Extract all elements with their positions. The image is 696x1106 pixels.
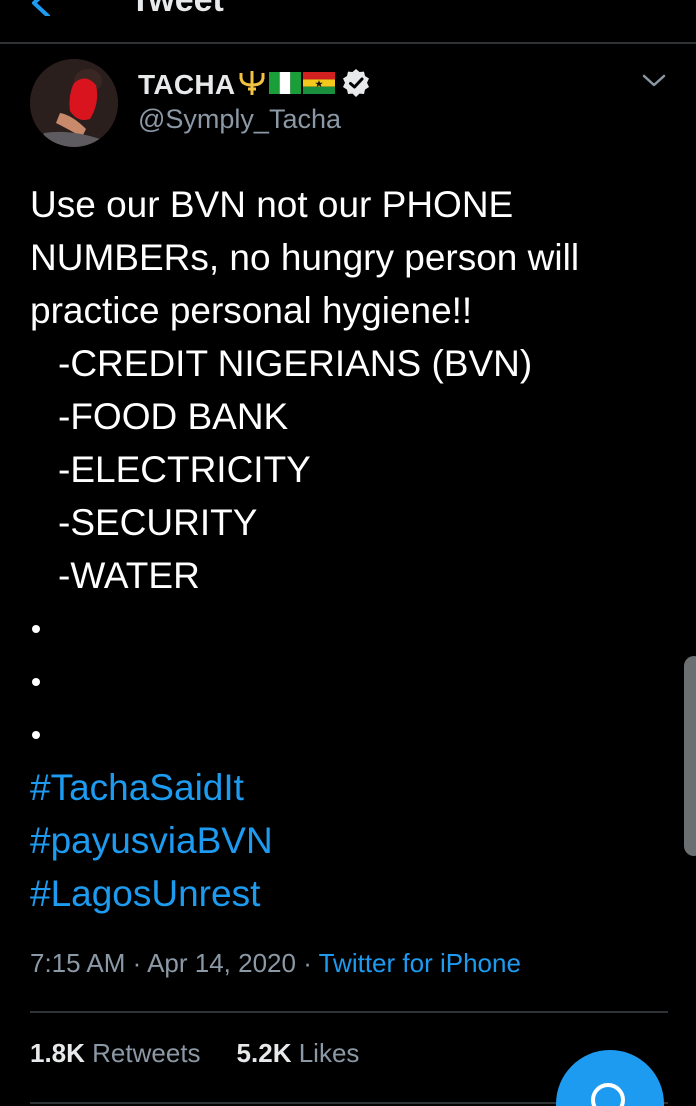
bullet-line — [30, 655, 660, 708]
flag-ghana-icon — [303, 71, 336, 99]
tweet-line: Use our BVN not our PHONE — [30, 184, 514, 225]
likes-count: 5.2K — [236, 1038, 292, 1068]
retweets-count: 1.8K — [30, 1038, 85, 1068]
avatar-image — [30, 59, 118, 147]
tweet-list-item: -FOOD BANK — [58, 396, 289, 437]
bullet-line — [30, 602, 660, 655]
author-name-row: TACHA — [138, 68, 371, 102]
hashtag-link[interactable]: #payusviaBVN — [30, 814, 660, 867]
tweet-list-item: -WATER — [58, 555, 200, 596]
verified-badge-icon — [341, 68, 371, 103]
author-name[interactable]: TACHA — [138, 69, 235, 101]
arrow-left-icon — [32, 0, 50, 18]
tweet-options-button[interactable] — [640, 70, 668, 92]
tweet-list-item: -CREDIT NIGERIANS (BVN) — [58, 343, 533, 384]
bullet-dot — [32, 730, 40, 739]
tweet-text: Use our BVN not our PHONE NUMBERs, no hu… — [30, 178, 660, 920]
chevron-down-icon — [642, 74, 666, 87]
tweet-time: 7:15 AM — [30, 948, 126, 978]
hashtag-link[interactable]: #LagosUnrest — [30, 867, 660, 920]
tweet-list-item: -ELECTRICITY — [58, 449, 311, 490]
bullet-dot — [32, 677, 40, 686]
likes-label: Likes — [298, 1038, 360, 1068]
tweet-list-item: -SECURITY — [58, 502, 258, 543]
tweet-detail-screen: Tweet TACHA @Symply_Tacha Use our BVN no… — [0, 0, 696, 1106]
meta-separator: · — [125, 948, 148, 978]
bullet-line — [30, 708, 660, 761]
tweet-date: Apr 14, 2020 — [147, 948, 296, 978]
divider — [30, 1011, 668, 1013]
tweet-stats: 1.8K Retweets 5.2K Likes — [30, 1038, 395, 1069]
author-handle[interactable]: @Symply_Tacha — [138, 104, 341, 135]
tweet-line: NUMBERs, no hungry person will — [30, 237, 580, 278]
bullet-dot — [32, 624, 40, 633]
page-title: Tweet — [130, 0, 224, 19]
trident-emoji-icon — [237, 69, 267, 102]
flag-nigeria-icon — [269, 71, 302, 99]
likes-stat[interactable]: 5.2K Likes — [237, 1038, 360, 1069]
retweets-label: Retweets — [92, 1038, 201, 1068]
compose-icon — [591, 1083, 625, 1106]
meta-separator: · — [295, 948, 319, 978]
scrollbar-handle[interactable] — [684, 656, 696, 856]
avatar[interactable] — [30, 59, 118, 147]
top-app-bar: Tweet — [0, 0, 696, 44]
compose-button[interactable] — [556, 1050, 664, 1106]
retweets-stat[interactable]: 1.8K Retweets — [30, 1038, 201, 1069]
tweet-source-link[interactable]: Twitter for iPhone — [319, 948, 521, 978]
back-button[interactable] — [26, 0, 66, 18]
hashtag-link[interactable]: #TachaSaidIt — [30, 761, 660, 814]
tweet-meta: 7:15 AM · Apr 14, 2020 · Twitter for iPh… — [30, 948, 521, 979]
tweet-line: practice personal hygiene!! — [30, 290, 473, 331]
